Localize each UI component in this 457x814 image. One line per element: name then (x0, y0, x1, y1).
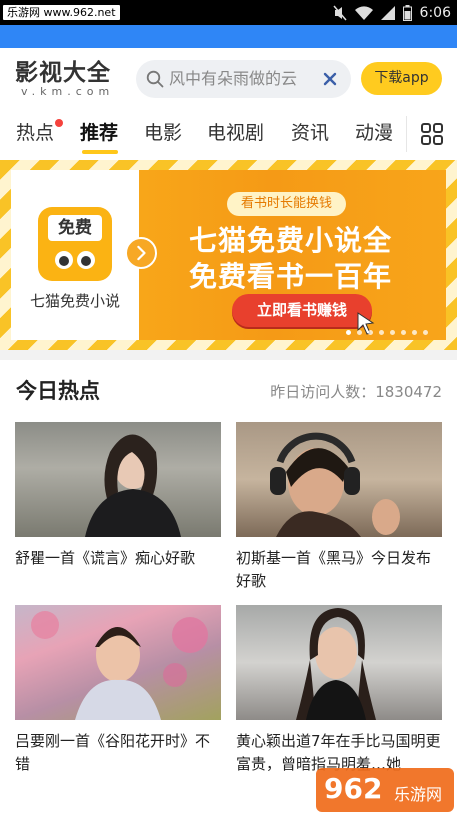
banner-headline: 七猫免费小说全 (189, 224, 393, 257)
tab-tv-series[interactable]: 电视剧 (207, 120, 264, 146)
pager-dot[interactable] (390, 330, 395, 335)
person-with-blossoms-icon (31, 611, 208, 720)
video-thumbnail[interactable] (236, 422, 442, 537)
video-caption[interactable]: 吕要刚一首《谷阳花开时》不错 (15, 730, 221, 776)
pager-dot[interactable] (368, 330, 373, 335)
app-header: 影视大全 v.km.com 风中有朵雨做的云 下载app (0, 48, 457, 110)
person-portrait-icon (296, 608, 376, 720)
grid-menu-icon[interactable] (420, 122, 444, 146)
banner-pager (346, 330, 428, 335)
search-input[interactable]: 风中有朵雨做的云 (136, 60, 351, 98)
category-tabs: 热点 推荐 电影 电视剧 资讯 动漫 (0, 110, 457, 160)
search-icon (146, 70, 164, 88)
person-silhouette-icon (85, 434, 181, 537)
singer-with-headphones-icon (270, 432, 400, 537)
banner-tag: 看书时长能换钱 (227, 192, 347, 216)
section-divider (0, 350, 457, 360)
clock: 6:06 (419, 4, 451, 21)
tab-movies[interactable]: 电影 (144, 120, 182, 146)
search-placeholder: 风中有朵雨做的云 (169, 69, 298, 88)
tab-hot[interactable]: 热点 (16, 120, 54, 146)
app-icon-label: 免费 (48, 215, 102, 241)
download-app-button[interactable]: 下载app (361, 62, 442, 95)
pager-dot[interactable] (401, 330, 406, 335)
banner-app-panel: 免费 七猫免费小说 (11, 170, 139, 340)
app-logo[interactable]: 影视大全 v.km.com (15, 60, 115, 100)
video-thumbnail[interactable] (236, 605, 442, 720)
status-icons: 6:06 (332, 0, 451, 25)
banner-app-name: 七猫免费小说 (29, 292, 120, 310)
pager-dot[interactable] (346, 330, 351, 335)
pager-dot[interactable] (412, 330, 417, 335)
wifi-icon (354, 5, 373, 20)
close-icon[interactable] (322, 71, 338, 87)
tab-news[interactable]: 资讯 (291, 120, 329, 146)
tab-anime[interactable]: 动漫 (355, 120, 393, 146)
tab-divider (406, 116, 407, 152)
top-accent-strip (0, 25, 457, 48)
promo-banner[interactable]: 免费 七猫免费小说 看书时长能换钱 七猫免费小说全 免费看书一百年 立即看书赚钱 (0, 160, 457, 350)
watermark-name: 乐游网 (394, 785, 442, 804)
battery-icon (402, 4, 412, 21)
video-thumbnail[interactable] (15, 422, 221, 537)
pager-dot[interactable] (357, 330, 362, 335)
tab-hot-badge (55, 119, 63, 127)
status-bar: 乐游网 www.962.net 6:06 (0, 0, 457, 25)
video-caption[interactable]: 舒瞿一首《谎言》痴心好歌 (15, 547, 221, 570)
cat-eyes-icon (55, 251, 95, 269)
video-thumbnail[interactable] (15, 605, 221, 720)
logo-domain: v.km.com (21, 85, 115, 98)
read-and-earn-button[interactable]: 立即看书赚钱 (232, 294, 372, 327)
video-caption[interactable]: 初斯基一首《黑马》今日发布好歌 (236, 547, 442, 593)
section-title: 今日热点 (16, 379, 100, 403)
pager-dot[interactable] (423, 330, 428, 335)
novel-app-icon: 免费 (38, 207, 112, 281)
signal-icon (380, 5, 395, 20)
site-watermark-logo: 962 乐游网 (316, 768, 454, 812)
banner-subheadline: 免费看书一百年 (189, 260, 393, 293)
logo-title: 影视大全 (15, 59, 111, 86)
chevron-right-icon (125, 237, 157, 269)
watermark-number: 962 (324, 772, 382, 805)
active-tab-indicator (82, 150, 118, 154)
visitor-count: 昨日访问人数：1830472 (270, 383, 442, 401)
pager-dot[interactable] (379, 330, 384, 335)
tab-recommend[interactable]: 推荐 (80, 120, 118, 146)
mute-icon (332, 5, 347, 20)
banner-content: 免费 七猫免费小说 看书时长能换钱 七猫免费小说全 免费看书一百年 立即看书赚钱 (11, 170, 446, 340)
site-watermark-label: 乐游网 www.962.net (3, 5, 120, 20)
